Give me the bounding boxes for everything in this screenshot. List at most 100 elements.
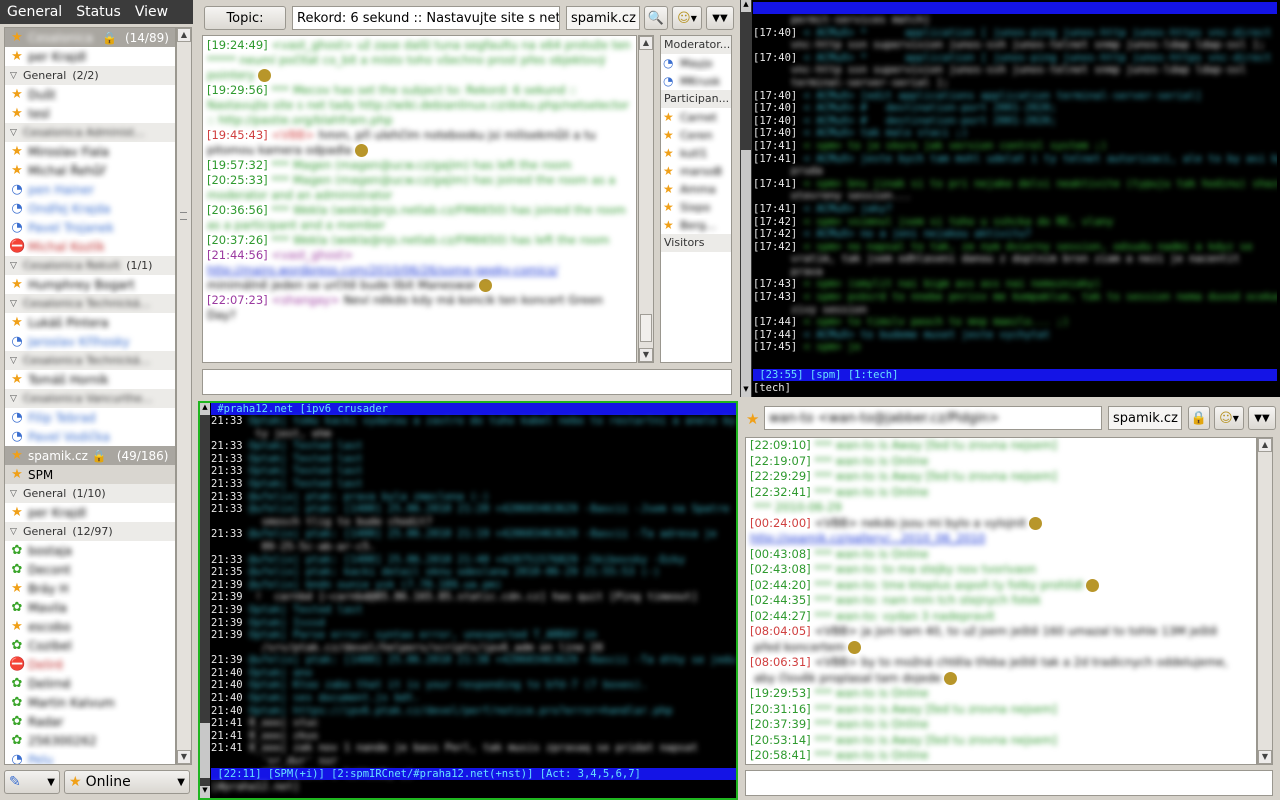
participant-row[interactable]: ★ Sixpo: [661, 198, 731, 216]
topic-field[interactable]: Rekord: 6 sekund :: Nastavujte site s ne…: [292, 6, 560, 30]
contact-row[interactable]: ★ Miroslav Fiala: [5, 142, 175, 161]
scroll-up-button[interactable]: ▲: [200, 403, 210, 415]
contact-row[interactable]: ⛔ Michal Kozlík: [5, 237, 175, 256]
contact-row[interactable]: ✿ Radar: [5, 712, 175, 731]
scroll-thumb[interactable]: [640, 314, 652, 342]
scroll-down-button[interactable]: ▼: [200, 786, 210, 798]
participant-row[interactable]: ★ Ceren: [661, 126, 731, 144]
message-link[interactable]: http://mairo.wordpress.com/2010/06/26/so…: [207, 263, 558, 277]
scroll-down-button[interactable]: ▼: [639, 348, 653, 362]
scroll-up-button[interactable]: ▲: [1258, 438, 1272, 452]
contact-row[interactable]: ★ Bráy H: [5, 579, 175, 598]
expander-icon[interactable]: ▽: [10, 356, 20, 366]
expander-icon[interactable]: ▽: [10, 489, 20, 499]
contact-row[interactable]: ⛔ Deliré: [5, 655, 175, 674]
terminal-scrollbar[interactable]: ▲ ▼: [200, 403, 210, 798]
scroll-up-button[interactable]: ▲: [639, 36, 653, 50]
sub-account-row[interactable]: ★ SPM: [5, 465, 175, 484]
message-input[interactable]: [745, 770, 1273, 796]
contact-row[interactable]: ★ Tomáš Horník: [5, 370, 175, 389]
participant-row[interactable]: ★ Berg...: [661, 216, 731, 234]
contact-row[interactable]: ★ tesl: [5, 104, 175, 123]
visitors-header[interactable]: Visitors: [661, 234, 731, 252]
scroll-down-button[interactable]: ▼: [1258, 750, 1272, 764]
expander-icon[interactable]: ▽: [10, 394, 20, 404]
smiley-button[interactable]: ☺ ▼: [1214, 406, 1244, 430]
group-row[interactable]: ▽ General (12/97): [5, 522, 175, 541]
scroll-thumb[interactable]: [200, 723, 210, 778]
participant-list[interactable]: Moderator... ◔ Mayjo ◔ MKrusk Participan...…: [660, 35, 732, 363]
contact-row[interactable]: ★ Lukáš Pintera: [5, 313, 175, 332]
contact-row[interactable]: ◔ Filip Tebrad: [5, 408, 175, 427]
expander-icon[interactable]: ▽: [10, 527, 20, 537]
chat-log[interactable]: [19:24:49] <vast_ghost> už zase další tuna…: [202, 35, 637, 363]
group-row[interactable]: ▽ Cesalonica Administ...: [5, 123, 175, 142]
message-input[interactable]: [202, 369, 732, 395]
formatting-button[interactable]: ▼▼: [1248, 406, 1276, 430]
buddy-list[interactable]: ★ Cesalonica 🔒 (14/89) ★ per Krajdl ▽ Gener…: [4, 27, 176, 765]
menu-general[interactable]: General: [0, 4, 69, 20]
contact-row[interactable]: ◔ Pavel Trojanek: [5, 218, 175, 237]
contact-row[interactable]: ✿ Mavila: [5, 598, 175, 617]
group-row[interactable]: ▽ Cesalonica Rekvit (1/1): [5, 256, 175, 275]
contact-row[interactable]: ★ Dušt: [5, 85, 175, 104]
contact-row[interactable]: ✿ Delirné: [5, 674, 175, 693]
contact-field[interactable]: wan-to <wan-to@jabber.cz/Pidgin>: [764, 406, 1102, 430]
contact-row[interactable]: ◔ Ondřej Krajda: [5, 199, 175, 218]
terminal-prompt[interactable]: [#praha12.net]: [211, 781, 306, 794]
group-row[interactable]: ▽ Cesalonica Technická...: [5, 351, 175, 370]
group-row[interactable]: ▽ General (1/10): [5, 484, 175, 503]
account-row[interactable]: ★ spamik.cz 🔒 (49/186): [5, 446, 175, 465]
scroll-thumb[interactable]: [741, 150, 751, 385]
scroll-down-button[interactable]: ▼: [177, 750, 191, 764]
server-field[interactable]: spamik.cz: [566, 6, 640, 30]
expander-icon[interactable]: ▽: [10, 128, 20, 138]
contact-row[interactable]: ✿ Decont: [5, 560, 175, 579]
contact-row[interactable]: ◔ Pelu: [5, 750, 175, 765]
contact-row[interactable]: ✿ Martin Kalvum: [5, 693, 175, 712]
chat-scrollbar[interactable]: ▲ ▼: [638, 35, 654, 363]
participant-row[interactable]: ★ Amma: [661, 180, 731, 198]
expander-icon[interactable]: ▽: [10, 71, 20, 81]
topic-button[interactable]: Topic:: [204, 6, 286, 30]
terminal-prompt[interactable]: [tech]: [753, 382, 797, 395]
group-row[interactable]: ▽ General (2/2): [5, 66, 175, 85]
contact-row[interactable]: ◔ Jaroslav Kříhosky: [5, 332, 175, 351]
participant-row[interactable]: ★ marsoB: [661, 162, 731, 180]
status-selector[interactable]: ★ Online ▼: [64, 770, 190, 794]
contact-row[interactable]: ★ per Krajdl: [5, 503, 175, 522]
scroll-grip[interactable]: [180, 212, 187, 220]
smiley-button[interactable]: ☺ ▼: [672, 6, 702, 30]
menu-view[interactable]: View: [128, 4, 175, 20]
group-row[interactable]: ▽ Cesalonica Vancurthe...: [5, 389, 175, 408]
message-link[interactable]: http://spamik.cz/gallery/...2010_06_2010: [750, 531, 985, 545]
contact-row[interactable]: ◔ Pavel Vodička: [5, 427, 175, 446]
terminal-scrollbar[interactable]: ▲ ▼: [740, 0, 752, 397]
search-button[interactable]: 🔍: [644, 6, 668, 30]
participant-row[interactable]: ★ kutl1: [661, 144, 731, 162]
lock-button[interactable]: 🔒: [1188, 406, 1210, 430]
scroll-up-button[interactable]: ▲: [177, 28, 191, 42]
chat-scrollbar[interactable]: ▲ ▼: [1257, 437, 1273, 765]
participant-row[interactable]: ★ Carnet: [661, 108, 731, 126]
terminal-output[interactable]: permit-services match] [17:40] < ACMuX> *…: [753, 0, 1277, 397]
moderators-header[interactable]: Moderator...: [661, 36, 731, 54]
group-row[interactable]: ▽ Cesalonica Technická...: [5, 294, 175, 313]
contact-row[interactable]: ★ per Krajdl: [5, 47, 175, 66]
chat-log[interactable]: [22:09:10] *** wan-to is Away [ťed tu zro…: [745, 437, 1257, 765]
formatting-button[interactable]: ▼▼: [706, 6, 734, 30]
server-field[interactable]: spamik.cz: [1108, 406, 1182, 430]
contact-row[interactable]: ★ Michal Řehůř: [5, 161, 175, 180]
scroll-down-button[interactable]: ▼: [741, 385, 751, 397]
terminal-output[interactable]: #praha12.net [ipv6 crusader 21:33 Optak| …: [211, 403, 736, 798]
account-selector[interactable]: ✎ ▼: [4, 770, 60, 794]
participants-header[interactable]: Participan...: [661, 90, 731, 108]
moderator-row[interactable]: ◔ Mayjo: [661, 54, 731, 72]
scroll-up-button[interactable]: ▲: [741, 0, 751, 12]
moderator-row[interactable]: ◔ MKrusk: [661, 72, 731, 90]
contact-row[interactable]: ✿ bostaja: [5, 541, 175, 560]
contact-row[interactable]: ✿ Cozibel: [5, 636, 175, 655]
expander-icon[interactable]: ▽: [10, 261, 20, 271]
contact-row[interactable]: ◔ pen Hainer: [5, 180, 175, 199]
contact-row[interactable]: ★ Humphrey Bogart: [5, 275, 175, 294]
